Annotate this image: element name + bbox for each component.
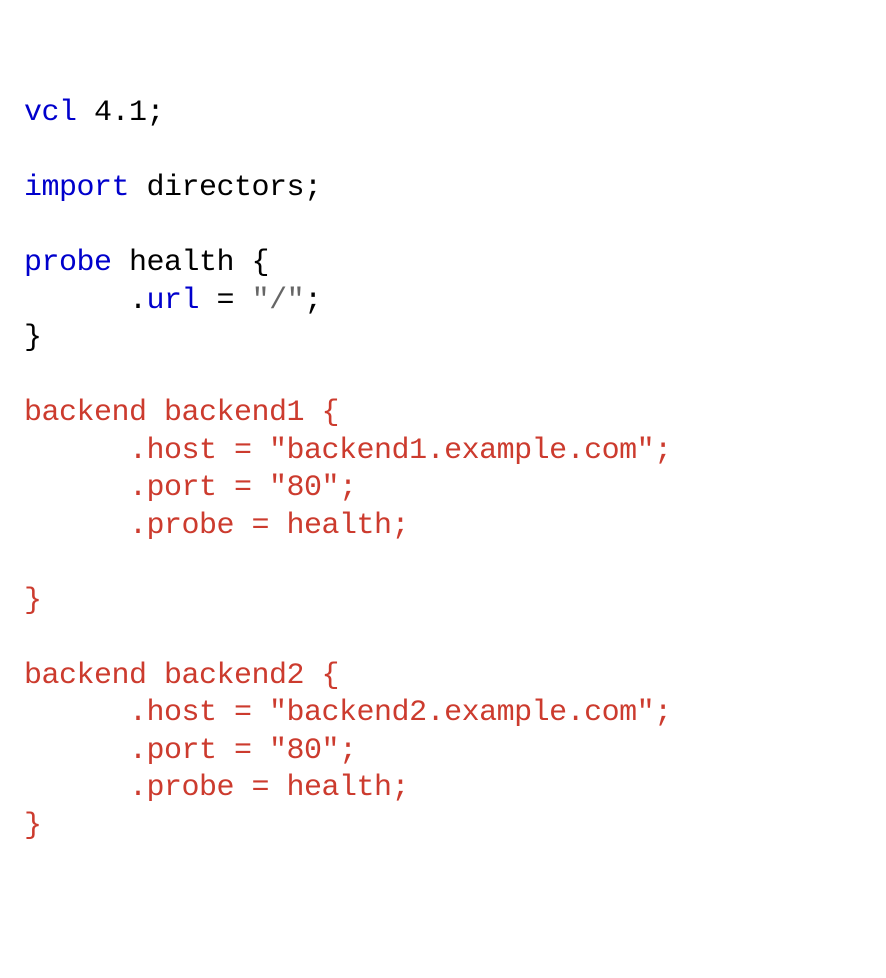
probe-url-eq: = (199, 284, 252, 318)
probe-url-value: "/" (252, 284, 305, 318)
probe-close: } (24, 321, 42, 355)
backend1-port: .port = "80"; (24, 471, 357, 505)
backend1-probe: .probe = health; (24, 509, 409, 543)
backend1-close: } (24, 584, 42, 618)
probe-url-key: url (147, 284, 200, 318)
backend2-probe: .probe = health; (24, 771, 409, 805)
backend2-decl: backend backend2 { (24, 659, 339, 693)
probe-url-lead: . (24, 284, 147, 318)
probe-url-semi: ; (304, 284, 322, 318)
keyword-vcl: vcl (24, 96, 77, 130)
backend2-port: .port = "80"; (24, 734, 357, 768)
backend2-host: .host = "backend2.example.com"; (24, 696, 672, 730)
keyword-import: import (24, 171, 129, 205)
probe-name: health { (112, 246, 270, 280)
code-block: vcl 4.1; import directors; probe health … (24, 95, 862, 845)
keyword-probe: probe (24, 246, 112, 280)
backend1-decl: backend backend1 { (24, 396, 339, 430)
backend1-host: .host = "backend1.example.com"; (24, 434, 672, 468)
import-target: directors; (129, 171, 322, 205)
vcl-version: 4.1; (77, 96, 165, 130)
